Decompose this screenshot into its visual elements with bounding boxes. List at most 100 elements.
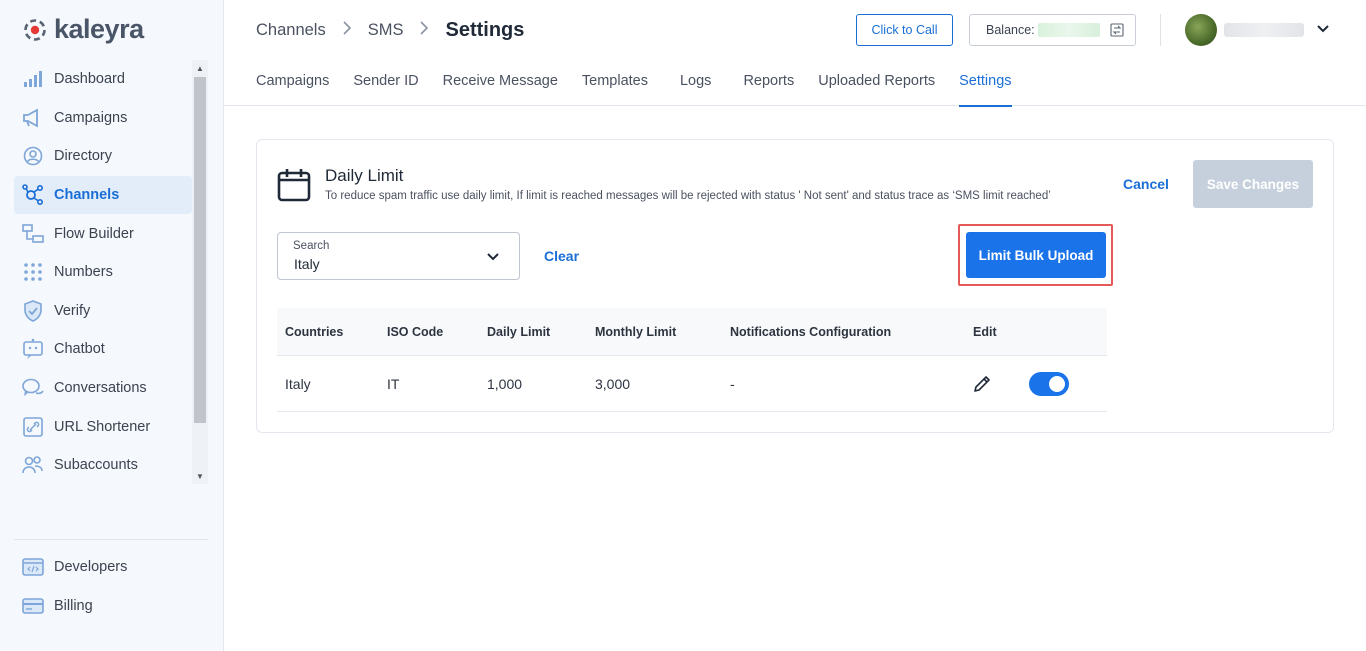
- sidebar-item-label: Directory: [54, 148, 113, 165]
- sidebar-item-numbers[interactable]: Numbers: [14, 253, 192, 292]
- scroll-thumb[interactable]: [194, 77, 206, 423]
- clear-button[interactable]: Clear: [544, 248, 579, 264]
- sidebar-item-chatbot[interactable]: Chatbot: [14, 330, 192, 369]
- column-header-iso-code: ISO Code: [387, 324, 444, 339]
- card-description: To reduce spam traffic use daily limit, …: [325, 190, 1051, 202]
- sidebar-item-label: Conversations: [54, 380, 147, 397]
- sidebar-item-label: Billing: [54, 597, 93, 614]
- limits-table: Countries ISO Code Daily Limit Monthly L…: [277, 308, 1107, 412]
- tab-sender-id[interactable]: Sender ID: [353, 64, 418, 106]
- sidebar: kaleyra Dashboard Campaigns Directory Ch…: [0, 0, 224, 651]
- sidebar-bottom-nav: Developers Billing: [14, 548, 192, 625]
- page-title: Settings: [445, 18, 525, 41]
- tab-reports[interactable]: Reports: [743, 64, 794, 106]
- code-window-icon: [22, 556, 44, 578]
- sidebar-item-label: Dashboard: [54, 71, 125, 88]
- chevron-down-icon[interactable]: [485, 249, 501, 265]
- breadcrumb: Channels SMS Settings: [256, 16, 524, 44]
- chat-bubbles-icon: [22, 377, 44, 399]
- search-value: Italy: [294, 256, 320, 272]
- balance-widget[interactable]: Balance:: [969, 14, 1136, 46]
- sidebar-item-label: Flow Builder: [54, 225, 134, 242]
- limit-bulk-upload-button[interactable]: Limit Bulk Upload: [966, 232, 1106, 278]
- chevron-right-icon: [419, 21, 429, 39]
- logo-text: kaleyra: [54, 14, 144, 44]
- breadcrumb-sms[interactable]: SMS: [368, 21, 404, 40]
- sidebar-item-channels[interactable]: Channels: [14, 175, 192, 215]
- tab-templates[interactable]: Templates: [582, 64, 648, 106]
- column-header-notifications: Notifications Configuration: [730, 324, 892, 339]
- enable-toggle[interactable]: [1029, 372, 1069, 396]
- sidebar-item-campaigns[interactable]: Campaigns: [14, 99, 192, 138]
- cancel-button[interactable]: Cancel: [1123, 176, 1169, 192]
- shield-check-icon: [22, 300, 44, 322]
- tab-uploaded-reports[interactable]: Uploaded Reports: [818, 64, 935, 106]
- column-header-monthly-limit: Monthly Limit: [595, 324, 677, 339]
- column-header-edit: Edit: [973, 324, 997, 339]
- credit-card-icon: [22, 595, 44, 617]
- column-header-daily-limit: Daily Limit: [487, 324, 551, 339]
- bar-chart-icon: [22, 68, 44, 90]
- pencil-icon[interactable]: [972, 374, 992, 394]
- megaphone-icon: [22, 107, 44, 129]
- cell-monthly-limit: 3,000: [595, 375, 631, 392]
- sidebar-item-url-shortener[interactable]: URL Shortener: [14, 407, 192, 446]
- contact-circle-icon: [22, 145, 44, 167]
- sidebar-item-developers[interactable]: Developers: [14, 548, 192, 587]
- header-divider: [1160, 14, 1161, 46]
- sidebar-item-directory[interactable]: Directory: [14, 137, 192, 176]
- flow-builder-icon: [22, 223, 44, 245]
- header: Channels SMS Settings Click to Call Bala…: [224, 0, 1366, 107]
- tab-campaigns[interactable]: Campaigns: [256, 64, 329, 106]
- cell-daily-limit: 1,000: [487, 375, 523, 392]
- sidebar-item-label: Channels: [54, 187, 120, 204]
- sidebar-item-label: Chatbot: [54, 341, 105, 358]
- dialpad-icon: [22, 261, 44, 283]
- tab-receive-message[interactable]: Receive Message: [443, 64, 558, 106]
- tab-settings[interactable]: Settings: [959, 64, 1012, 107]
- tab-bar: Campaigns Sender ID Receive Message Temp…: [256, 64, 1036, 107]
- sidebar-item-dashboard[interactable]: Dashboard: [14, 60, 192, 99]
- scroll-down-arrow-icon[interactable]: ▼: [192, 468, 208, 484]
- sidebar-item-label: Developers: [54, 559, 128, 576]
- column-header-countries: Countries: [285, 324, 344, 339]
- highlight-box: Limit Bulk Upload: [958, 224, 1113, 286]
- sidebar-item-label: Numbers: [54, 264, 113, 281]
- search-country-select[interactable]: Search Italy: [277, 232, 520, 280]
- avatar[interactable]: [1185, 14, 1217, 46]
- link-icon: [22, 416, 44, 438]
- sidebar-item-label: URL Shortener: [54, 418, 151, 435]
- balance-value-redacted: [1037, 23, 1100, 37]
- sidebar-item-subaccounts[interactable]: Subaccounts: [14, 446, 192, 485]
- sidebar-item-label: Verify: [54, 302, 91, 319]
- sidebar-item-billing[interactable]: Billing: [14, 587, 192, 626]
- sidebar-item-conversations[interactable]: Conversations: [14, 369, 192, 408]
- user-name-redacted[interactable]: [1224, 23, 1304, 37]
- sidebar-nav: Dashboard Campaigns Directory Channels F…: [14, 60, 192, 485]
- users-icon: [22, 454, 44, 476]
- search-label: Search: [293, 240, 330, 252]
- table-row: Italy IT 1,000 3,000 -: [277, 356, 1107, 412]
- cell-country: Italy: [285, 375, 311, 392]
- tab-logs[interactable]: Logs: [680, 64, 711, 106]
- sidebar-item-flow-builder[interactable]: Flow Builder: [14, 214, 192, 253]
- sidebar-scrollbar[interactable]: ▲ ▼: [192, 60, 208, 484]
- scroll-up-arrow-icon[interactable]: ▲: [192, 60, 208, 76]
- sidebar-item-label: Subaccounts: [54, 457, 138, 474]
- sidebar-item-verify[interactable]: Verify: [14, 292, 192, 331]
- daily-limit-card: Daily Limit To reduce spam traffic use d…: [256, 139, 1334, 433]
- click-to-call-button[interactable]: Click to Call: [856, 14, 953, 46]
- sidebar-divider: [14, 539, 208, 540]
- refresh-icon[interactable]: [1110, 23, 1124, 37]
- chevron-down-icon[interactable]: [1315, 21, 1331, 37]
- kaleyra-logo-icon: [24, 18, 46, 41]
- cell-iso: IT: [387, 375, 400, 392]
- chevron-right-icon: [342, 21, 352, 39]
- breadcrumb-channels[interactable]: Channels: [256, 21, 326, 40]
- save-changes-button[interactable]: Save Changes: [1193, 160, 1313, 208]
- sidebar-item-label: Campaigns: [54, 109, 128, 126]
- cell-notifications: -: [730, 375, 735, 392]
- chatbot-icon: [22, 338, 44, 360]
- toggle-knob: [1049, 376, 1065, 392]
- kaleyra-logo[interactable]: kaleyra: [22, 14, 144, 45]
